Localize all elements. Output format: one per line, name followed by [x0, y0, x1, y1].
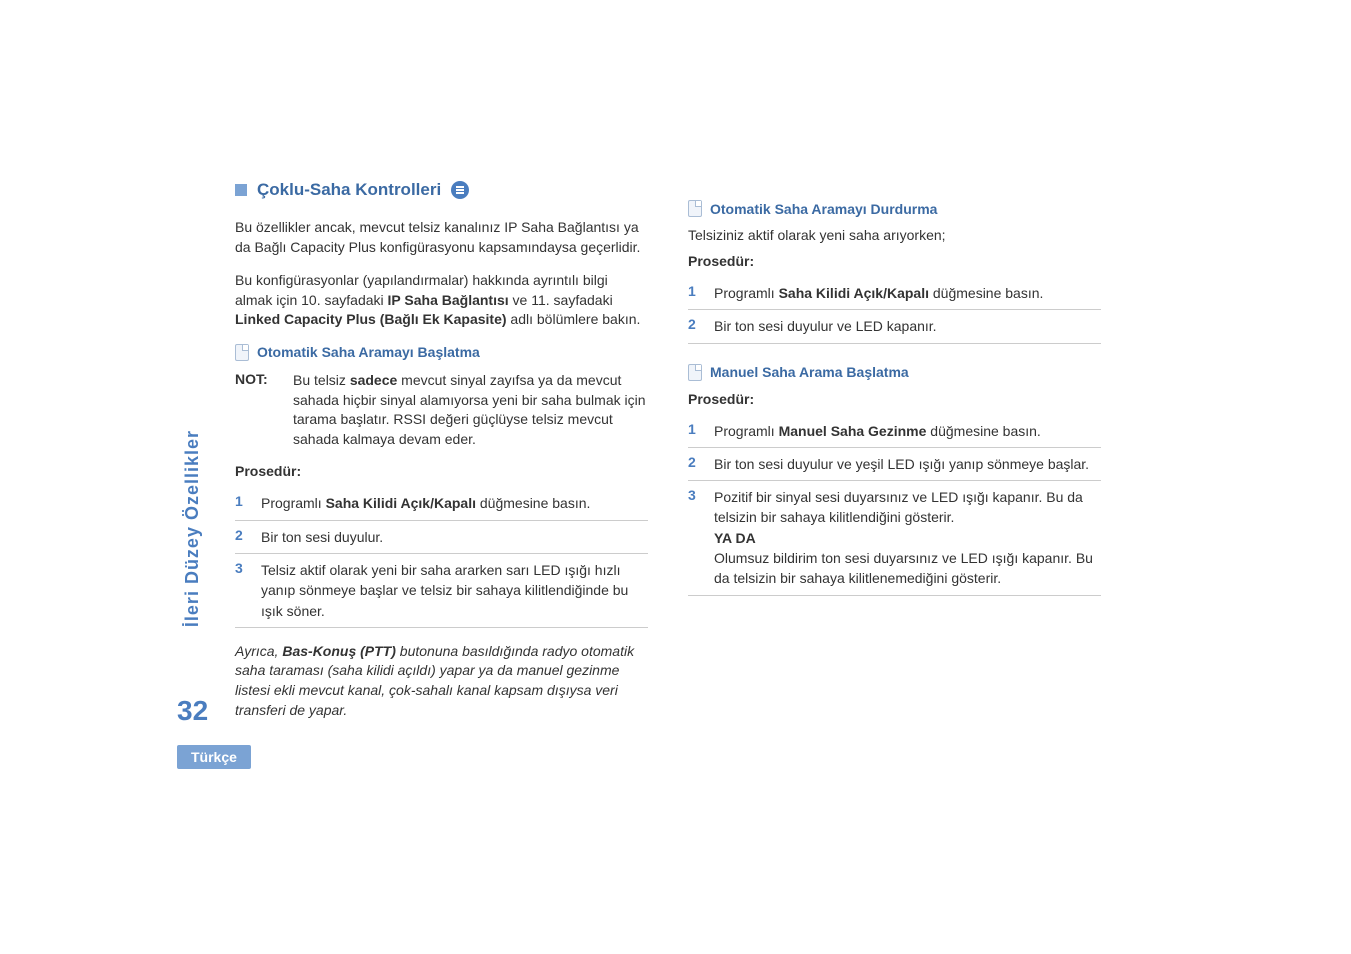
procedure-label: Prosedür: — [235, 463, 648, 479]
text: düğmesine basın. — [929, 285, 1043, 301]
step-number: 2 — [688, 454, 702, 474]
text: düğmesine basın. — [476, 495, 590, 511]
page-icon — [688, 200, 702, 217]
procedure-label: Prosedür: — [688, 391, 1101, 407]
text: Programlı — [714, 285, 779, 301]
step-row: 3 Telsiz aktif olarak yeni bir saha arar… — [235, 554, 648, 628]
step-row: 1 Programlı Saha Kilidi Açık/Kapalı düğm… — [688, 277, 1101, 310]
square-bullet-icon — [235, 184, 247, 196]
paragraph: Bu konfigürasyonlar (yapılandırmalar) ha… — [235, 271, 648, 330]
bold-text: IP Saha Bağlantısı — [388, 292, 509, 308]
bold-text: sadece — [350, 372, 397, 388]
procedure-label: Prosedür: — [688, 253, 1101, 269]
sub-heading: Otomatik Saha Aramayı Durdurma — [688, 200, 1101, 217]
main-heading: Çoklu-Saha Kontrolleri — [235, 180, 648, 200]
text: adlı bölümlere bakın. — [507, 311, 641, 327]
step-row: 2 Bir ton sesi duyulur ve LED kapanır. — [688, 310, 1101, 343]
sub-heading: Otomatik Saha Aramayı Başlatma — [235, 344, 648, 361]
bold-text: Manuel Saha Gezinme — [779, 423, 927, 439]
step-text: Bir ton sesi duyulur ve LED kapanır. — [714, 316, 937, 336]
step-row: 2 Bir ton sesi duyulur ve yeşil LED ışığ… — [688, 448, 1101, 481]
text: Bu telsiz — [293, 372, 350, 388]
bold-text: Saha Kilidi Açık/Kapalı — [779, 285, 929, 301]
step-number: 3 — [235, 560, 249, 621]
step-text: Telsiz aktif olarak yeni bir saha ararke… — [261, 560, 648, 621]
step-number: 1 — [688, 283, 702, 303]
step-row: 1 Programlı Saha Kilidi Açık/Kapalı düğm… — [235, 487, 648, 520]
main-heading-title: Çoklu-Saha Kontrolleri — [257, 180, 441, 200]
sub-heading: Manuel Saha Arama Başlatma — [688, 364, 1101, 381]
text: Programlı — [714, 423, 779, 439]
menu-icon — [451, 181, 469, 199]
text: düğmesine basın. — [926, 423, 1040, 439]
steps-list: 1 Programlı Manuel Saha Gezinme düğmesin… — [688, 415, 1101, 596]
bold-text: Bas-Konuş (PTT) — [282, 643, 396, 659]
text: Pozitif bir sinyal sesi duyarsınız ve LE… — [714, 489, 1083, 525]
steps-list: 1 Programlı Saha Kilidi Açık/Kapalı düğm… — [235, 487, 648, 627]
text: Ayrıca, — [235, 643, 282, 659]
step-row: 3 Pozitif bir sinyal sesi duyarsınız ve … — [688, 481, 1101, 595]
step-row: 1 Programlı Manuel Saha Gezinme düğmesin… — [688, 415, 1101, 448]
step-number: 1 — [688, 421, 702, 441]
step-text: Pozitif bir sinyal sesi duyarsınız ve LE… — [714, 487, 1101, 588]
bold-text: YA DA — [714, 530, 756, 546]
step-text: Programlı Manuel Saha Gezinme düğmesine … — [714, 421, 1041, 441]
step-number: 3 — [688, 487, 702, 588]
step-text: Bir ton sesi duyulur. — [261, 527, 383, 547]
intro-text: Telsiziniz aktif olarak yeni saha arıyor… — [688, 227, 1101, 243]
note-block: NOT: Bu telsiz sadece mevcut sinyal zayı… — [235, 371, 648, 449]
sub-heading-title: Manuel Saha Arama Başlatma — [710, 364, 909, 380]
page-icon — [688, 364, 702, 381]
content-container: Çoklu-Saha Kontrolleri Bu özellikler anc… — [180, 180, 1101, 720]
step-text: Bir ton sesi duyulur ve yeşil LED ışığı … — [714, 454, 1089, 474]
note-label: NOT: — [235, 371, 275, 449]
language-badge: Türkçe — [177, 745, 251, 769]
step-number: 2 — [688, 316, 702, 336]
sub-heading-title: Otomatik Saha Aramayı Durdurma — [710, 201, 937, 217]
step-number: 1 — [235, 493, 249, 513]
italic-paragraph: Ayrıca, Bas-Konuş (PTT) butonuna basıldı… — [235, 642, 648, 720]
step-number: 2 — [235, 527, 249, 547]
right-column: Otomatik Saha Aramayı Durdurma Telsizini… — [688, 180, 1101, 720]
text: Programlı — [261, 495, 326, 511]
paragraph: Bu özellikler ancak, mevcut telsiz kanal… — [235, 218, 648, 257]
text: ve 11. sayfadaki — [509, 292, 613, 308]
bold-text: Saha Kilidi Açık/Kapalı — [326, 495, 476, 511]
note-text: Bu telsiz sadece mevcut sinyal zayıfsa y… — [293, 371, 648, 449]
text: Olumsuz bildirim ton sesi duyarsınız ve … — [714, 550, 1093, 586]
steps-list: 1 Programlı Saha Kilidi Açık/Kapalı düğm… — [688, 277, 1101, 344]
step-text: Programlı Saha Kilidi Açık/Kapalı düğmes… — [714, 283, 1043, 303]
bold-text: Linked Capacity Plus (Bağlı Ek Kapasite) — [235, 311, 507, 327]
step-row: 2 Bir ton sesi duyulur. — [235, 521, 648, 554]
page-icon — [235, 344, 249, 361]
sub-heading-title: Otomatik Saha Aramayı Başlatma — [257, 344, 480, 360]
left-column: Çoklu-Saha Kontrolleri Bu özellikler anc… — [180, 180, 648, 720]
step-text: Programlı Saha Kilidi Açık/Kapalı düğmes… — [261, 493, 590, 513]
